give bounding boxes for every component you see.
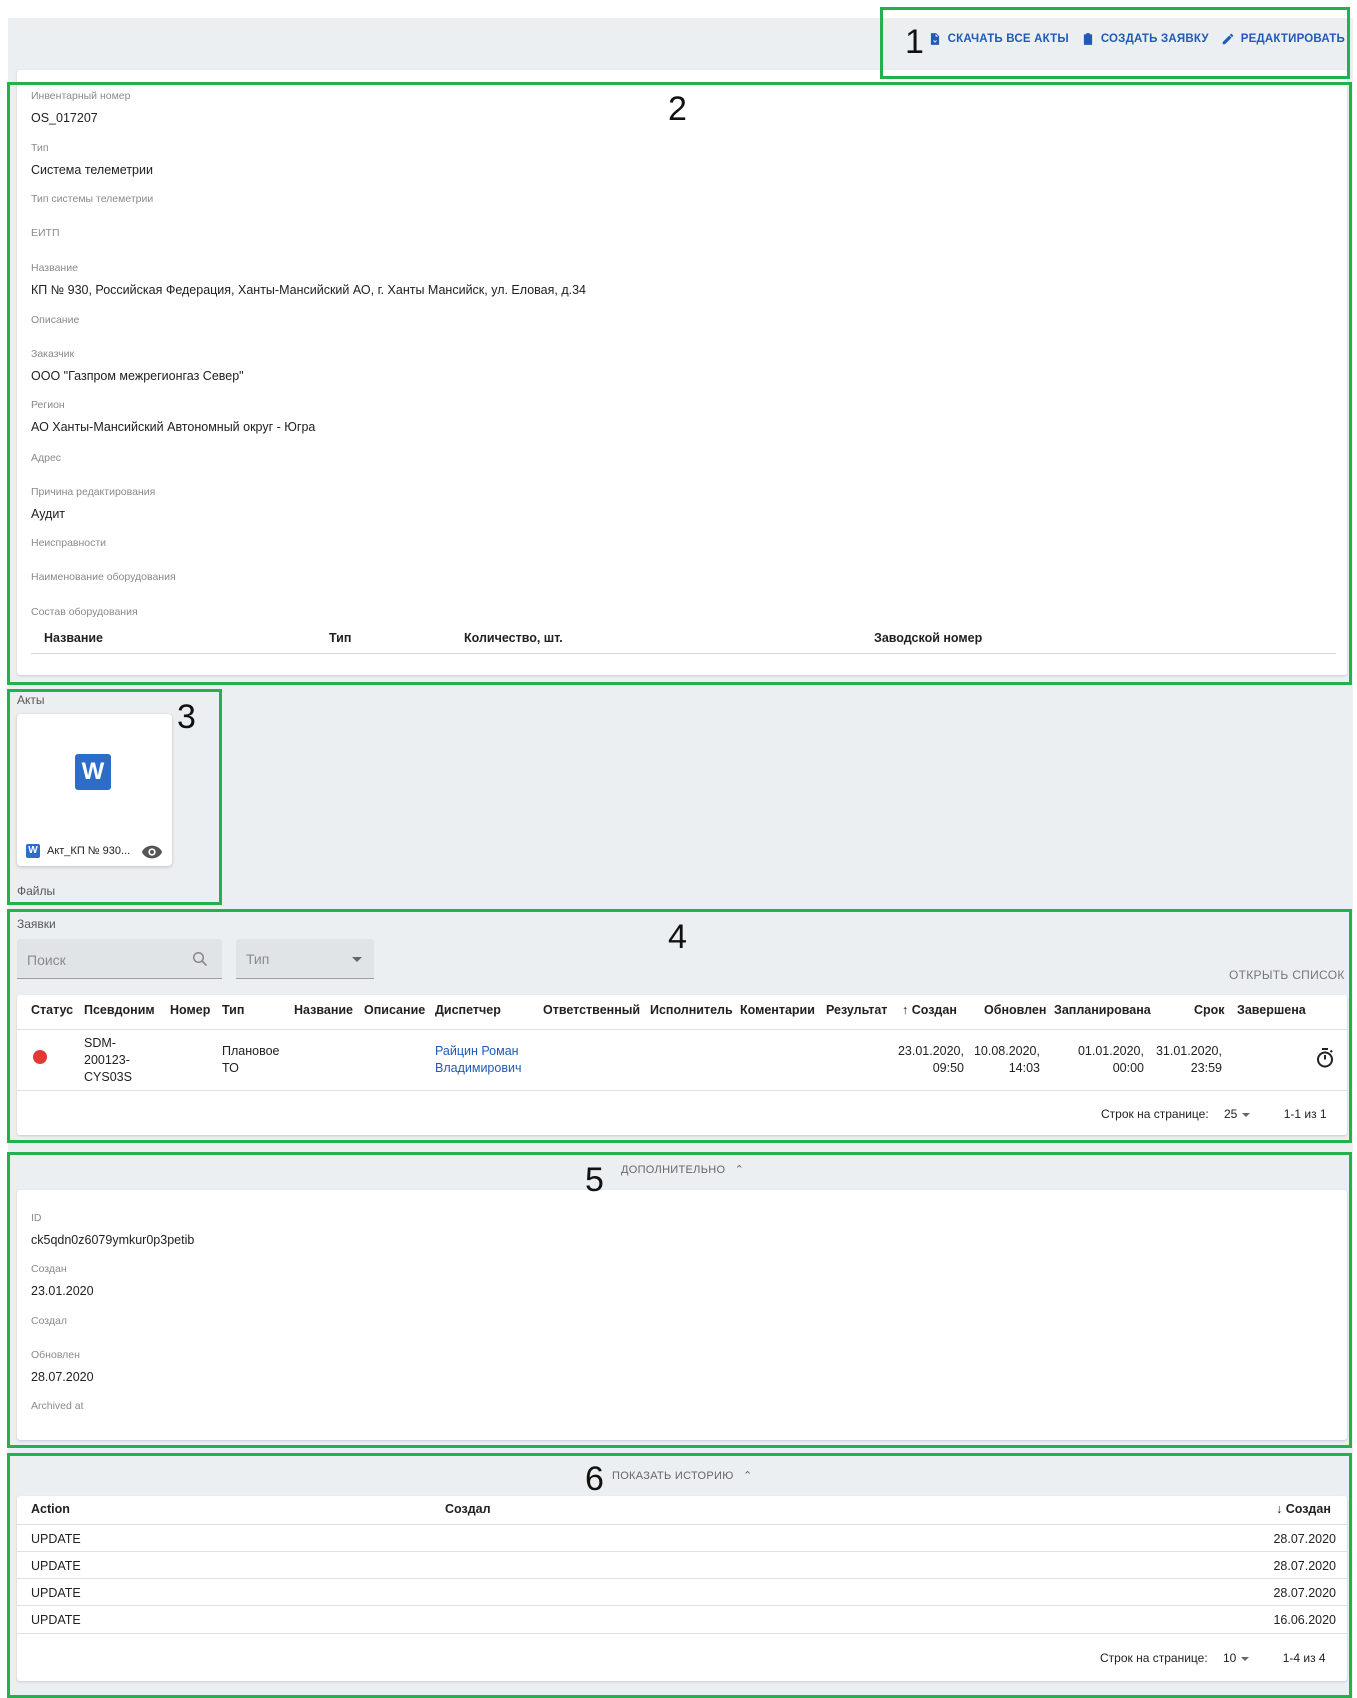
annotation-box-5	[7, 1152, 1352, 1448]
annotation-number-5: 5	[585, 1161, 604, 1199]
annotation-box-1	[880, 7, 1350, 79]
annotation-number-1: 1	[905, 23, 924, 61]
annotation-number-3: 3	[177, 698, 196, 736]
annotation-box-2	[7, 82, 1352, 685]
annotation-number-2: 2	[668, 90, 687, 128]
annotation-number-6: 6	[585, 1460, 604, 1498]
annotation-number-4: 4	[668, 918, 687, 956]
annotation-box-6	[7, 1453, 1352, 1698]
